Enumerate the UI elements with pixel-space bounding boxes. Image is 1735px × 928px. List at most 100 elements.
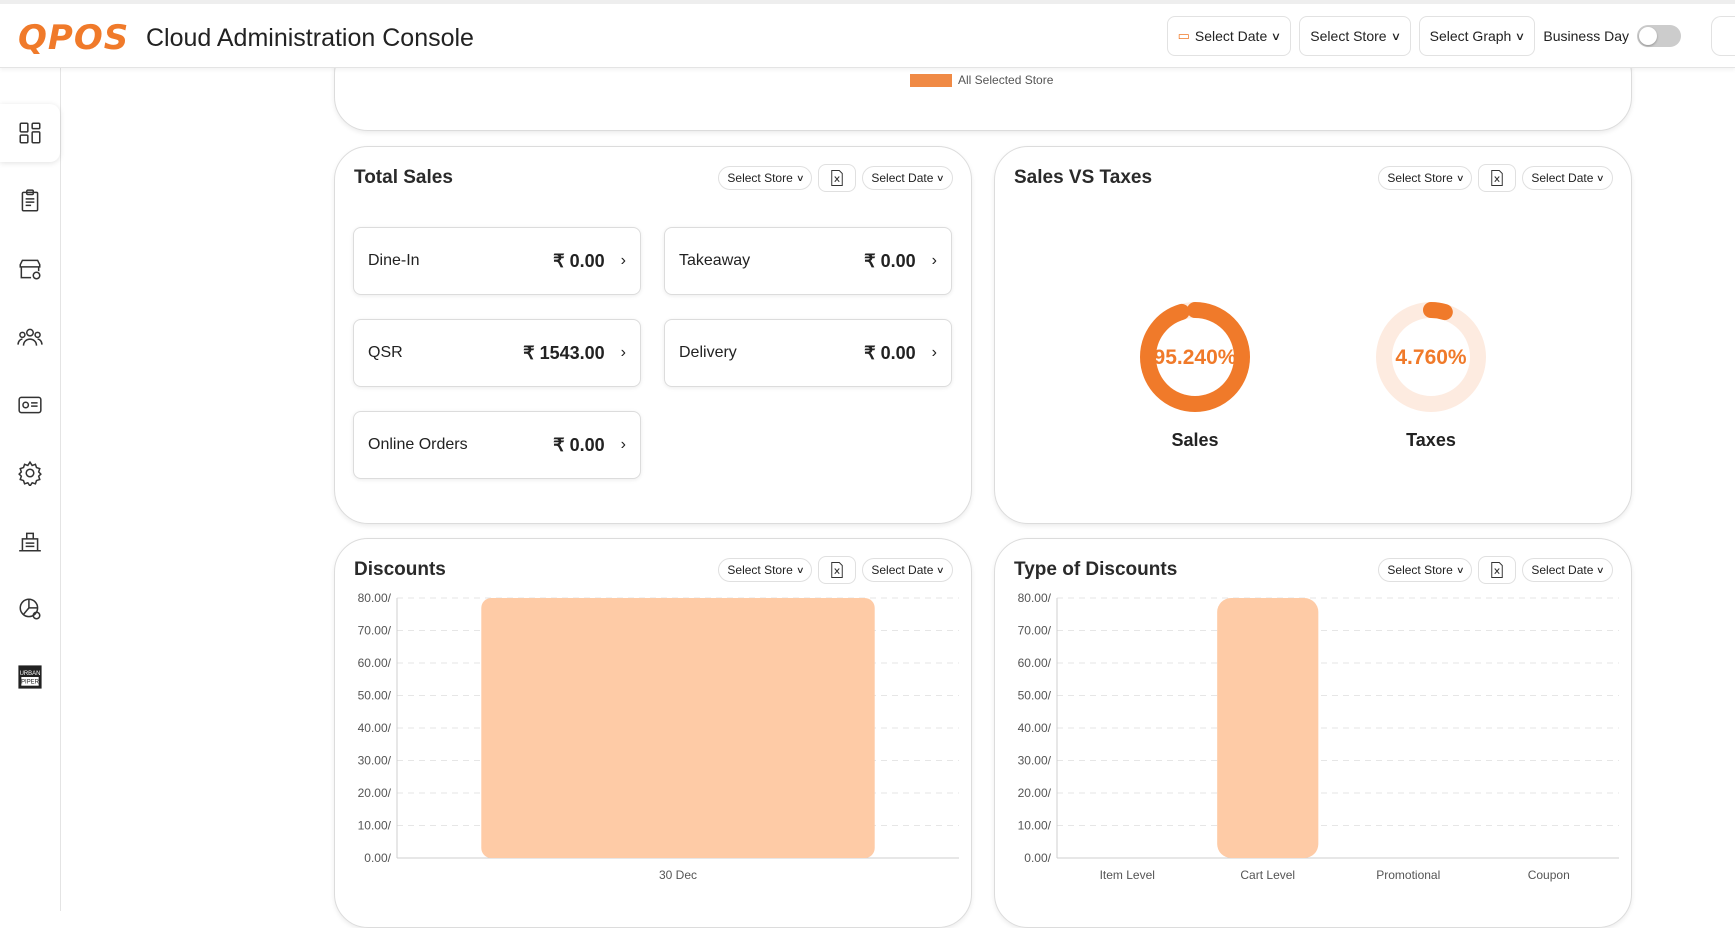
export-excel-button[interactable] <box>1478 164 1517 192</box>
chevron-down-icon: ∨ <box>1390 30 1401 43</box>
total-sales-card: Total Sales Select Store ∨ Select Date ∨ D… <box>334 146 972 524</box>
bar[interactable] <box>481 598 875 858</box>
sales-tile-delivery[interactable]: Delivery ₹ 0.00 › <box>664 319 952 387</box>
x-tick-label: Cart Level <box>1240 868 1295 882</box>
bar[interactable] <box>1217 598 1319 858</box>
card-toolbar: Select Store ∨ Select Date ∨ <box>718 556 953 584</box>
sidebar-item-settings[interactable] <box>0 444 60 502</box>
sidebar-item-reports[interactable] <box>0 580 60 638</box>
select-date-dropdown[interactable]: Select Date ∨ <box>1522 166 1613 190</box>
select-date-label: Select Date <box>1194 28 1268 44</box>
y-tick-label: 80.00/ <box>358 591 392 605</box>
taxes-donut-label: Taxes <box>1406 430 1456 450</box>
sales-tile-value: ₹ 0.00 <box>553 250 605 271</box>
svg-text:PIPER: PIPER <box>21 680 40 686</box>
sidebar-item-menu[interactable] <box>0 172 60 230</box>
y-tick-label: 70.00/ <box>358 624 392 638</box>
sales-tile-takeaway[interactable]: Takeaway ₹ 0.00 › <box>664 227 952 295</box>
y-tick-label: 60.00/ <box>358 656 392 670</box>
select-store-label: Select Store <box>727 563 793 577</box>
chevron-down-icon: ∨ <box>795 172 805 183</box>
business-day-label: Business Day <box>1543 28 1629 44</box>
id-card-icon <box>18 396 42 414</box>
y-tick-label: 30.00/ <box>1018 754 1052 768</box>
menu-clipboard-icon <box>21 189 39 212</box>
business-day-toggle[interactable] <box>1637 25 1681 47</box>
export-excel-button[interactable] <box>818 556 857 584</box>
chevron-down-icon: ∨ <box>1596 172 1605 183</box>
sidebar-item-store-settings[interactable] <box>0 240 60 298</box>
select-date-dropdown[interactable]: Select Date ∨ <box>862 166 953 190</box>
chevron-down-icon: ∨ <box>1455 172 1465 183</box>
excel-export-icon <box>831 170 844 186</box>
x-tick-label: Promotional <box>1376 868 1440 882</box>
chevron-right-icon: › <box>620 436 626 453</box>
select-store-dropdown[interactable]: Select Store ∨ <box>1378 166 1473 190</box>
select-store-label: Select Store <box>1310 28 1387 44</box>
sidebar-item-id-card[interactable] <box>0 376 60 434</box>
select-store-dropdown[interactable]: Select Store ∨ <box>718 166 813 190</box>
select-graph-dropdown[interactable]: Select Graph ∨ <box>1418 16 1536 56</box>
warehouse-icon <box>19 532 41 552</box>
y-tick-label: 0.00/ <box>1024 851 1051 865</box>
gear-icon <box>18 460 42 486</box>
total-sales-title: Total Sales <box>354 167 453 188</box>
sales-tile-online-orders[interactable]: Online Orders ₹ 0.00 › <box>353 411 641 479</box>
sales-tile-dine-in[interactable]: Dine-In ₹ 0.00 › <box>353 227 641 295</box>
sales-tile-value: ₹ 0.00 <box>553 434 605 455</box>
select-date-dropdown[interactable]: Select Date ∨ <box>862 558 953 582</box>
chevron-right-icon: › <box>620 344 626 361</box>
profile-button[interactable] <box>1711 16 1735 56</box>
sales-tile-label: Dine-In <box>368 252 420 269</box>
select-date-dropdown[interactable]: ▭ Select Date ∨ <box>1166 16 1292 56</box>
taxes-donut-chart: 4.760% <box>1376 302 1486 412</box>
chevron-right-icon: › <box>931 344 937 361</box>
export-excel-button[interactable] <box>818 164 857 192</box>
card-toolbar: Select Store ∨ Select Date ∨ <box>1378 164 1613 192</box>
card-toolbar: Select Store ∨ Select Date ∨ <box>1378 556 1613 584</box>
taxes-donut-percent: 4.760% <box>1395 346 1467 369</box>
card-toolbar: Select Store ∨ Select Date ∨ <box>718 164 953 192</box>
discounts-title: Discounts <box>354 559 446 580</box>
app-title: Cloud Administration Console <box>146 24 474 52</box>
sales-tile-qsr[interactable]: QSR ₹ 1543.00 › <box>353 319 641 387</box>
y-tick-label: 50.00/ <box>1018 689 1052 703</box>
legend-label: All Selected Store <box>958 73 1054 87</box>
chart-legend: All Selected Store <box>910 73 1053 87</box>
chevron-down-icon: ∨ <box>936 564 945 575</box>
y-tick-label: 50.00/ <box>358 689 392 703</box>
qpos-logo: QPOS <box>18 18 130 58</box>
select-date-label: Select Date <box>871 563 934 577</box>
urban-piper-icon: URBAN PIPER <box>18 665 42 689</box>
store-settings-icon <box>19 259 41 280</box>
sales-donut-chart: 95.240% <box>1140 302 1250 412</box>
export-excel-button[interactable] <box>1478 556 1517 584</box>
y-tick-label: 20.00/ <box>1018 786 1052 800</box>
y-tick-label: 70.00/ <box>1018 624 1052 638</box>
chevron-down-icon: ∨ <box>1271 30 1282 43</box>
select-date-label: Select Date <box>871 171 934 185</box>
calendar-icon: ▭ <box>1177 28 1190 43</box>
type-of-discounts-title: Type of Discounts <box>1014 559 1178 580</box>
sales-tile-label: Online Orders <box>368 436 468 453</box>
select-date-dropdown[interactable]: Select Date ∨ <box>1522 558 1613 582</box>
y-tick-label: 10.00/ <box>1018 819 1052 833</box>
sidebar-item-users[interactable] <box>0 308 60 366</box>
chevron-down-icon: ∨ <box>1455 564 1465 575</box>
y-tick-label: 60.00/ <box>1018 656 1052 670</box>
select-date-label: Select Date <box>1531 171 1594 185</box>
sidebar-item-dashboard[interactable] <box>0 104 60 162</box>
y-tick-label: 20.00/ <box>358 786 392 800</box>
sales-vs-taxes-card: Sales VS Taxes Select Store ∨ Select Date… <box>994 146 1632 524</box>
select-store-dropdown[interactable]: Select Store ∨ <box>1299 16 1411 56</box>
chevron-down-icon: ∨ <box>936 172 945 183</box>
sidebar-item-urban-piper[interactable]: URBAN PIPER <box>0 648 60 706</box>
select-store-dropdown[interactable]: Select Store ∨ <box>718 558 813 582</box>
reports-icon <box>19 598 41 620</box>
select-store-dropdown[interactable]: Select Store ∨ <box>1378 558 1473 582</box>
svg-text:URBAN: URBAN <box>20 671 41 677</box>
select-date-label: Select Date <box>1531 563 1594 577</box>
sidebar-item-warehouse[interactable] <box>0 512 60 570</box>
discounts-card: Discounts Select Store ∨ Select Date ∨ 0.0… <box>334 538 972 928</box>
sales-tile-label: QSR <box>368 344 403 361</box>
